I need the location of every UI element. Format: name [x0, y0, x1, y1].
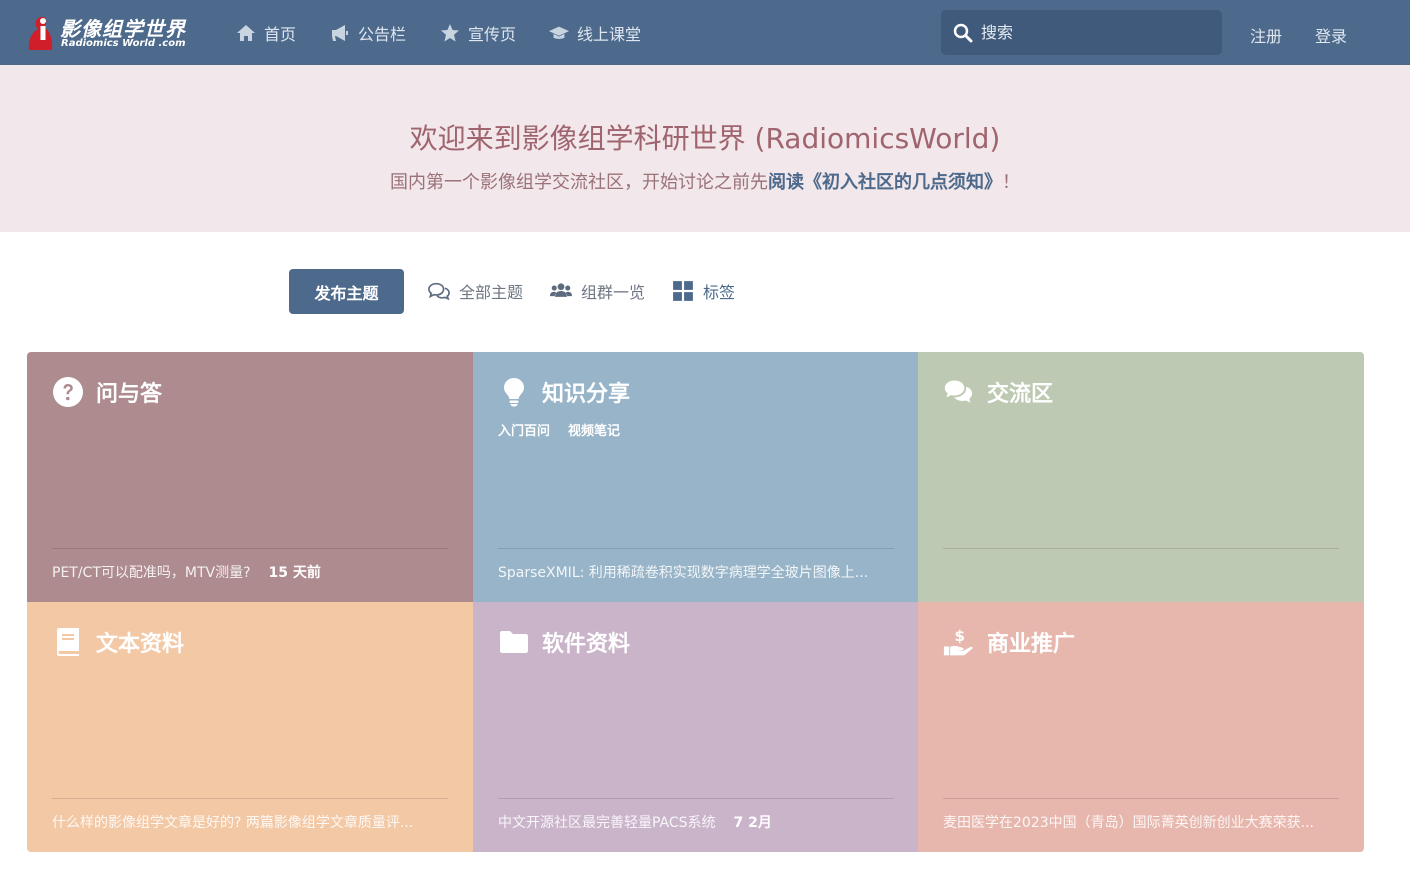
tile-header: 软件资料: [498, 626, 630, 658]
nav-promo-label: 宣传页: [468, 25, 517, 44]
tag-tile-knowledge[interactable]: 知识分享 入门百问 视频笔记 SparseXMIL: 利用稀疏卷积实现数字病理学…: [473, 352, 919, 602]
tile-header: 知识分享: [498, 376, 630, 408]
bullhorn-icon: [332, 25, 348, 41]
nav-home-label: 首页: [264, 25, 297, 44]
last-discussion-title: SparseXMIL: 利用稀疏卷积实现数字病理学全玻片图像上...: [498, 565, 869, 581]
tile-title: 商业推广: [987, 632, 1076, 657]
hero-desc-prefix: 国内第一个影像组学交流社区，开始讨论之前先: [390, 172, 768, 193]
tile-divider: [52, 798, 448, 799]
tile-last-discussion[interactable]: SparseXMIL: 利用稀疏卷积实现数字病理学全玻片图像上...: [498, 562, 894, 582]
tile-last-discussion[interactable]: 中文开源社区最完善轻量PACS系统 7 2月: [498, 812, 894, 832]
tile-divider: [498, 798, 894, 799]
tile-title: 文本资料: [96, 632, 185, 657]
tile-divider: [943, 548, 1339, 549]
tags-label: 标签: [703, 283, 736, 302]
site-logo[interactable]: 影像组学世界 Radiomics World .com: [26, 12, 201, 54]
tile-divider: [943, 798, 1339, 799]
tag-tiles-grid: 问与答 PET/CT可以配准吗，MTV测量? 15 天前 知识分享 入门百问 视频…: [27, 352, 1364, 852]
nav-announcements[interactable]: 公告栏: [330, 20, 406, 46]
login-link[interactable]: 登录: [1315, 23, 1347, 47]
hand-holding-usd-icon: $: [943, 627, 973, 656]
tile-header: $ 商业推广: [943, 626, 1075, 658]
sub-tag-beginner-faq[interactable]: 入门百问: [498, 420, 550, 439]
tags-link[interactable]: 标签: [672, 279, 735, 303]
tag-tile-qa[interactable]: 问与答 PET/CT可以配准吗，MTV测量? 15 天前: [27, 352, 473, 602]
tile-divider: [52, 548, 448, 549]
tile-last-discussion[interactable]: PET/CT可以配准吗，MTV测量? 15 天前: [52, 562, 448, 582]
hero-description: 国内第一个影像组学交流社区，开始讨论之前先阅读《初入社区的几点须知》！: [0, 168, 1410, 194]
nav-promo[interactable]: 宣传页: [440, 20, 516, 46]
logo-mark-icon: [28, 16, 53, 51]
last-discussion-title: PET/CT可以配准吗，MTV测量?: [52, 565, 251, 581]
folder-icon: [500, 631, 528, 653]
last-discussion-title: 麦田医学在2023中国（青岛）国际菁英创新创业大赛荣获...: [943, 815, 1314, 831]
star-icon: [441, 24, 459, 42]
groups-label: 组群一览: [581, 283, 646, 302]
tile-last-discussion[interactable]: 麦田医学在2023中国（青岛）国际菁英创新创业大赛荣获...: [943, 812, 1339, 832]
tile-header: 问与答: [52, 376, 162, 408]
graduation-cap-icon: [549, 26, 569, 39]
all-topics-link[interactable]: 全部主题: [428, 279, 523, 303]
tile-title: 问与答: [96, 382, 163, 407]
nav-online-class-label: 线上课堂: [577, 25, 642, 44]
hero-desc-suffix: ！: [1002, 172, 1020, 193]
groups-link[interactable]: 组群一览: [550, 279, 645, 303]
hero-title: 欢迎来到影像组学科研世界 (RadiomicsWorld): [409, 122, 1001, 155]
welcome-hero: 欢迎来到影像组学科研世界 (RadiomicsWorld) 国内第一个影像组学交…: [0, 65, 1410, 232]
home-icon: [237, 25, 255, 41]
lightbulb-icon: [504, 378, 524, 407]
tag-tile-documents[interactable]: 文本资料 什么样的影像组学文章是好的? 两篇影像组学文章质量评...: [27, 602, 473, 852]
search-input[interactable]: [981, 23, 1201, 42]
nav-announcements-label: 公告栏: [358, 25, 407, 44]
nav-home[interactable]: 首页: [236, 20, 296, 46]
tile-divider: [498, 548, 894, 549]
tile-title: 软件资料: [542, 632, 631, 657]
sub-tag-video-notes[interactable]: 视频笔记: [568, 420, 620, 439]
tile-header: 文本资料: [52, 626, 184, 658]
tile-title: 交流区: [987, 382, 1054, 407]
tile-last-discussion[interactable]: 什么样的影像组学文章是好的? 两篇影像组学文章质量评...: [52, 812, 448, 832]
comments-outline-icon: [428, 282, 450, 301]
community-rules-link[interactable]: 阅读《初入社区的几点须知》: [768, 172, 1002, 193]
question-circle-icon: [53, 377, 83, 407]
nav-online-class[interactable]: 线上课堂: [549, 20, 641, 46]
tag-tile-software[interactable]: 软件资料 中文开源社区最完善轻量PACS系统 7 2月: [473, 602, 919, 852]
svg-text:$: $: [955, 627, 966, 645]
th-large-icon: [673, 281, 693, 301]
users-icon: [550, 283, 572, 297]
last-discussion-title: 什么样的影像组学文章是好的? 两篇影像组学文章质量评...: [52, 815, 414, 831]
tag-tile-commercial[interactable]: $ 商业推广 麦田医学在2023中国（青岛）国际菁英创新创业大赛荣获...: [918, 602, 1364, 852]
register-link[interactable]: 注册: [1250, 23, 1282, 47]
search-box[interactable]: [941, 10, 1222, 55]
comments-icon: [944, 380, 973, 403]
logo-subtitle: Radiomics World .com: [61, 38, 186, 49]
top-navbar: 影像组学世界 Radiomics World .com 首页 公告栏 宣传页 线…: [0, 0, 1410, 65]
tile-header: 交流区: [943, 376, 1053, 408]
last-discussion-time: 15 天前: [268, 565, 321, 581]
new-topic-button[interactable]: 发布主题: [289, 269, 404, 314]
search-icon: [953, 23, 973, 42]
tile-title: 知识分享: [542, 382, 631, 407]
last-discussion-title: 中文开源社区最完善轻量PACS系统: [498, 815, 716, 831]
last-discussion-time: 7 2月: [733, 815, 772, 831]
sub-tags: 入门百问 视频笔记: [498, 420, 620, 439]
tag-tile-exchange[interactable]: 交流区: [918, 352, 1364, 602]
book-icon: [57, 628, 79, 656]
all-topics-label: 全部主题: [459, 283, 524, 302]
